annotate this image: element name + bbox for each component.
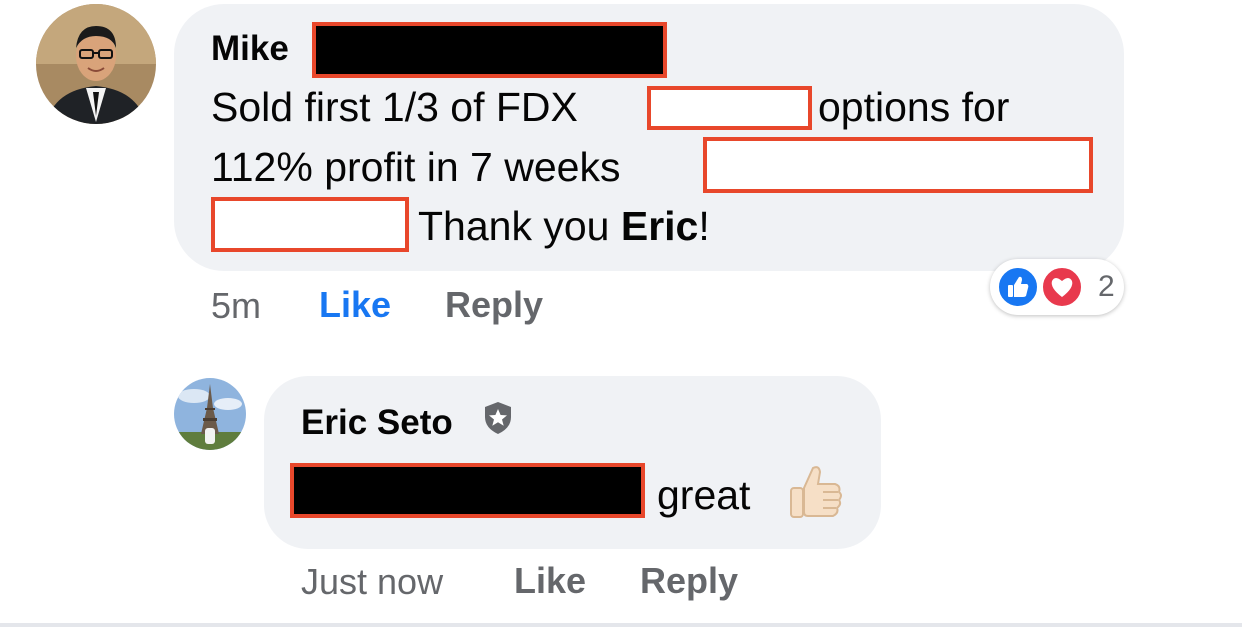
divider [0, 623, 1242, 627]
comment-like-button[interactable]: Like [319, 284, 391, 326]
comment-timestamp[interactable]: 5m [211, 285, 261, 327]
comment-text-line-1a: Sold first 1/3 of FDX [211, 84, 578, 130]
comment-punctuation: ! [698, 203, 710, 249]
reply-author-name[interactable]: Eric Seto [301, 403, 453, 443]
like-icon [996, 265, 1040, 309]
reply-text: great [657, 472, 751, 518]
avatar-eric-image [174, 378, 246, 450]
love-icon [1040, 265, 1084, 309]
redaction-block [312, 22, 667, 78]
comment-thank-you: Thank you [418, 203, 610, 249]
redaction-block [290, 463, 645, 518]
mentioned-name[interactable]: Eric [621, 203, 699, 249]
comment-text-line-1b: options for [818, 84, 1010, 130]
reply-timestamp[interactable]: Just now [301, 561, 443, 603]
shield-star-icon [482, 400, 514, 436]
comment-reply-button[interactable]: Reply [445, 284, 543, 326]
reaction-count: 2 [1098, 270, 1115, 303]
thumbs-up-emoji-icon [786, 462, 844, 524]
avatar-mike-image [36, 4, 156, 124]
comment-text-line-2: 112% profit in 7 weeks [211, 144, 621, 190]
avatar-eric[interactable] [174, 378, 246, 450]
comment-text-line-3: Thank you Eric! [418, 203, 710, 250]
reply-like-button[interactable]: Like [514, 560, 586, 602]
redaction-box [703, 137, 1093, 193]
redaction-box [647, 86, 812, 130]
reply-reply-button[interactable]: Reply [640, 560, 738, 602]
avatar-mike[interactable] [36, 4, 156, 124]
reaction-summary[interactable]: 2 [990, 259, 1124, 315]
redaction-box [211, 197, 409, 252]
comment-author-name[interactable]: Mike [211, 29, 289, 69]
